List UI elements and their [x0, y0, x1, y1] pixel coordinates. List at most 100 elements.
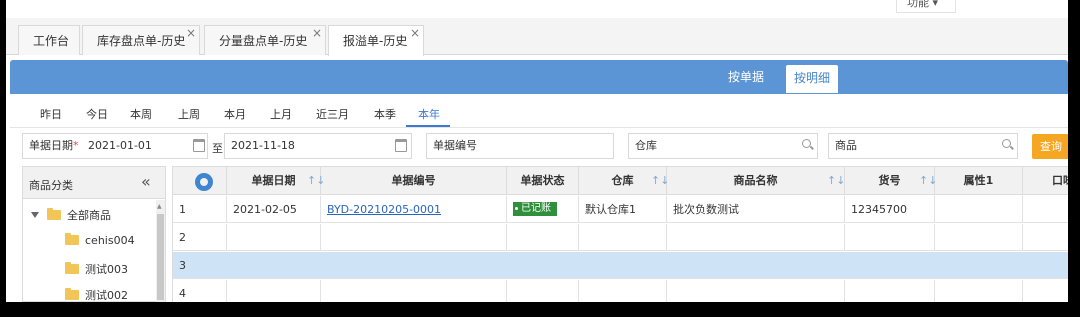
tab-workbench[interactable]: 工作台: [18, 25, 80, 55]
tab-label: 库存盘点单-历史: [97, 34, 186, 48]
cell-attribute1: [935, 280, 1023, 302]
close-icon[interactable]: ×: [312, 18, 322, 48]
table-row[interactable]: 2: [173, 224, 1068, 251]
cell-product-name: 批次负数测试: [667, 196, 845, 223]
close-icon[interactable]: ×: [410, 18, 420, 48]
date-to-field[interactable]: 2021-11-18: [224, 133, 412, 159]
row-number: 1: [173, 196, 227, 223]
column-label: 商品名称: [733, 174, 778, 187]
search-icon[interactable]: [802, 139, 811, 148]
table-row[interactable]: 1 2021-02-05 BYD-20210205-0001 已记账 默认仓库1…: [173, 196, 1068, 223]
warehouse-input[interactable]: 仓库: [628, 133, 818, 159]
category-scrollbar[interactable]: ▲: [156, 200, 165, 302]
column-header-status[interactable]: 单据状态: [507, 167, 579, 195]
expand-triangle-icon[interactable]: [31, 212, 39, 218]
column-header-attribute1[interactable]: 属性1: [935, 167, 1023, 195]
scrollbar-thumb[interactable]: [157, 214, 164, 300]
period-filter-bar: 昨日 今日 本周 上周 本月 上月 近三月 本季 本年: [10, 96, 1068, 128]
category-panel-header: 商品分类 «: [23, 167, 165, 199]
function-menu[interactable]: 功能 ▾: [896, 0, 956, 13]
calendar-icon[interactable]: [193, 139, 205, 152]
sort-icon[interactable]: ↑↓: [827, 167, 845, 195]
folder-icon: [65, 288, 79, 300]
cell-attribute1: [935, 196, 1023, 223]
calendar-icon[interactable]: [395, 139, 407, 152]
tree-item-label: 测试003: [85, 263, 128, 276]
column-header-warehouse[interactable]: 仓库 ↑↓: [579, 167, 669, 195]
cell-doc-number: [321, 224, 507, 251]
collapse-icon[interactable]: «: [141, 172, 151, 191]
period-this-quarter[interactable]: 本季: [374, 106, 396, 122]
column-header-doc-number[interactable]: 单据编号: [321, 167, 507, 195]
folder-icon: [47, 208, 61, 220]
tree-item-label: cehis004: [85, 234, 135, 247]
column-header-flavor[interactable]: 口味: [1023, 167, 1068, 195]
page-header-bar: 按单据 按明细: [10, 60, 1068, 94]
column-label: 单据日期: [251, 174, 296, 187]
status-badge: 已记账: [513, 202, 557, 216]
cell-warehouse: [579, 280, 667, 302]
period-this-week[interactable]: 本周: [130, 106, 152, 122]
tree-item-category[interactable]: 测试002: [65, 287, 128, 302]
date-from-field[interactable]: 单据日期* 2021-01-01: [22, 133, 208, 159]
tab-partial-count-history[interactable]: 分量盘点单-历史 ×: [204, 25, 326, 55]
tree-item-category[interactable]: cehis004: [65, 233, 135, 247]
search-icon[interactable]: [1002, 139, 1011, 148]
column-label: 单据状态: [520, 174, 565, 187]
column-label: 口味: [1052, 174, 1068, 187]
period-last-month[interactable]: 上月: [270, 106, 292, 122]
column-header-product-name[interactable]: 商品名称 ↑↓: [667, 167, 845, 195]
tab-bar: 工作台 库存盘点单-历史 × 分量盘点单-历史 × 报溢单-历史 ×: [6, 18, 1068, 56]
period-today[interactable]: 今日: [86, 106, 108, 122]
doc-number-input[interactable]: 单据编号: [426, 133, 614, 159]
period-last-three-months[interactable]: 近三月: [316, 106, 349, 122]
cell-sku: 12345700: [845, 196, 935, 223]
cell-attribute1: [935, 224, 1023, 251]
column-header-sku[interactable]: 货号 ↑↓: [845, 167, 937, 195]
cell-status: 已记账: [507, 196, 579, 223]
cell-doc-number: [321, 280, 507, 302]
table-row[interactable]: 4: [173, 280, 1068, 302]
column-label: 单据编号: [391, 174, 436, 187]
row-number: 4: [173, 280, 227, 302]
period-last-week[interactable]: 上周: [178, 106, 200, 122]
category-panel: 商品分类 « 全部商品 cehis004 测试003 测试002 ▲: [22, 166, 166, 302]
column-header-date[interactable]: 单据日期 ↑↓: [227, 167, 325, 195]
cell-status: [507, 224, 579, 251]
query-button[interactable]: 查询: [1032, 134, 1068, 159]
column-label: 仓库: [611, 174, 634, 187]
tree-item-all-products[interactable]: 全部商品: [31, 207, 111, 223]
date-label: 单据日期: [29, 139, 73, 152]
category-panel-title: 商品分类: [29, 179, 73, 192]
tab-label: 报溢单-历史: [343, 34, 408, 48]
tab-inventory-count-history[interactable]: 库存盘点单-历史 ×: [82, 25, 200, 55]
product-input[interactable]: 商品: [828, 133, 1018, 159]
column-label: 货号: [878, 174, 901, 187]
gear-icon[interactable]: [195, 173, 213, 191]
view-by-detail-tab[interactable]: 按明细: [786, 65, 838, 93]
cell-warehouse: [579, 224, 667, 251]
doc-number-link[interactable]: BYD-20210205-0001: [327, 203, 441, 216]
tab-label: 工作台: [33, 34, 70, 48]
cell-status: [507, 280, 579, 302]
data-grid: 单据日期 ↑↓ 单据编号 单据状态 仓库 ↑↓ 商品名称 ↑↓ 货号 ↑↓ 属性…: [172, 166, 1068, 302]
period-this-month[interactable]: 本月: [224, 106, 246, 122]
cell-sku: [845, 280, 935, 302]
period-yesterday[interactable]: 昨日: [40, 106, 62, 122]
tab-overflow-history[interactable]: 报溢单-历史 ×: [328, 25, 424, 56]
scroll-up-icon[interactable]: ▲: [157, 203, 162, 210]
folder-icon: [65, 233, 79, 245]
date-range-separator: 至: [212, 142, 223, 155]
close-icon[interactable]: ×: [186, 18, 196, 48]
tree-item-category[interactable]: 测试003: [65, 261, 128, 277]
required-mark: *: [73, 139, 79, 152]
period-this-year[interactable]: 本年: [418, 106, 440, 122]
view-by-document-tab[interactable]: 按单据: [728, 68, 764, 85]
table-row-selected[interactable]: 3: [173, 252, 1068, 279]
warehouse-placeholder: 仓库: [635, 139, 657, 152]
cell-product-name: [667, 280, 845, 302]
date-from-value: 2021-01-01: [88, 139, 152, 152]
top-strip: 功能 ▾: [6, 0, 1068, 18]
cell-doc-number: BYD-20210205-0001: [321, 196, 507, 223]
date-to-value: 2021-11-18: [231, 139, 295, 152]
